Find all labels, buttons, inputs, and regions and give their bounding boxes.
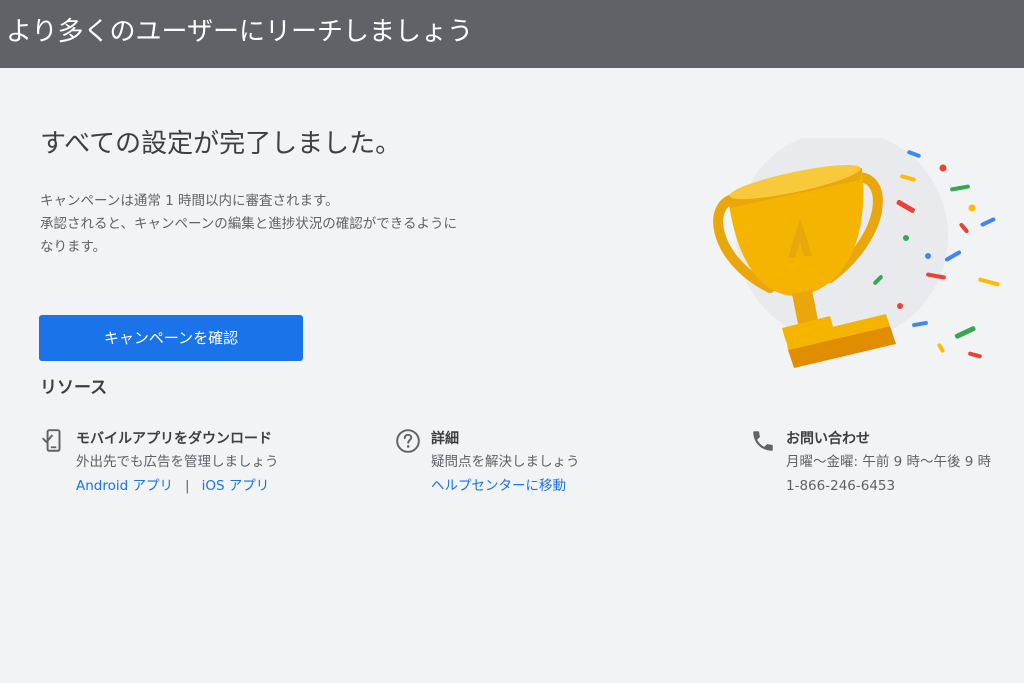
resource-details-text: 詳細 疑問点を解決しましょう ヘルプセンターに移動	[431, 428, 580, 498]
contact-hours: 月曜〜金曜: 午前 9 時〜午後 9 時	[786, 454, 992, 470]
resource-contact-text: お問い合わせ 月曜〜金曜: 午前 9 時〜午後 9 時 1-866-246-64…	[786, 428, 991, 498]
mobile-app-heading: モバイルアプリをダウンロード	[76, 431, 272, 447]
phone-icon	[753, 431, 773, 451]
help-circle-icon	[396, 429, 420, 453]
android-app-link[interactable]: Android アプリ	[76, 478, 173, 494]
description-line-2: 承認されると、キャンペーンの編集と進捗状況の確認ができるように	[40, 216, 458, 232]
link-separator: |	[185, 478, 190, 494]
mobile-app-subtext: 外出先でも広告を管理しましょう	[76, 454, 279, 470]
description-line-3: なります。	[40, 239, 107, 255]
resources-heading: リソース	[40, 378, 108, 398]
phone-check-icon	[42, 429, 61, 452]
app-bar-title: より多くのユーザーにリーチしましょう	[6, 17, 473, 47]
page-headline: すべての設定が完了しました。	[40, 129, 402, 159]
trophy-confetti-illustration	[713, 138, 1000, 368]
resource-mobile-text: モバイルアプリをダウンロード 外出先でも広告を管理しましょう Android ア…	[76, 428, 279, 498]
description: キャンペーンは通常 1 時間以内に審査されます。 承認されると、キャンペーンの編…	[40, 190, 520, 259]
description-line-1: キャンペーンは通常 1 時間以内に審査されます。	[40, 193, 339, 209]
ios-app-link[interactable]: iOS アプリ	[202, 478, 270, 494]
details-subtext: 疑問点を解決しましょう	[431, 454, 580, 470]
help-center-link[interactable]: ヘルプセンターに移動	[431, 478, 566, 494]
mobile-app-links: Android アプリ | iOS アプリ	[76, 474, 279, 498]
details-heading: 詳細	[431, 431, 459, 447]
main-content: すべての設定が完了しました。 キャンペーンは通常 1 時間以内に審査されます。 …	[0, 68, 1024, 683]
contact-heading: お問い合わせ	[786, 431, 870, 447]
contact-phone: 1-866-246-6453	[786, 478, 896, 494]
view-campaign-button[interactable]: キャンペーンを確認	[39, 315, 303, 361]
top-app-bar: より多くのユーザーにリーチしましょう	[0, 0, 1024, 68]
